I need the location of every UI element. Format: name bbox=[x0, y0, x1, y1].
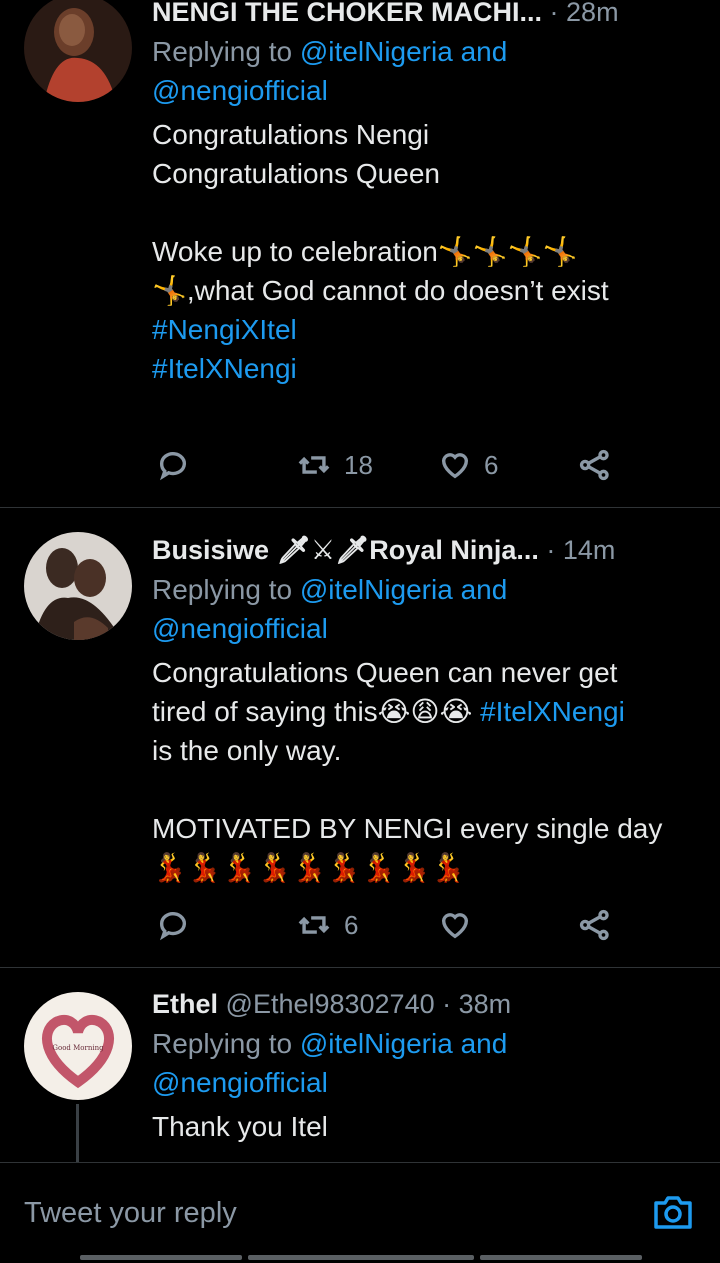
share-button[interactable] bbox=[578, 908, 612, 942]
display-name[interactable]: Ethel bbox=[152, 989, 218, 1019]
retweet-count: 18 bbox=[344, 449, 373, 480]
thread-line bbox=[76, 1104, 79, 1162]
mention-link[interactable]: @nengiofficial bbox=[152, 1067, 328, 1098]
avatar[interactable] bbox=[24, 532, 132, 640]
replying-to: Replying to @itelNigeria and @nengioffic… bbox=[152, 1028, 508, 1098]
like-button[interactable]: 6 bbox=[438, 448, 498, 482]
reply-composer bbox=[0, 1162, 720, 1263]
tweet-actions: 18 6 bbox=[152, 448, 680, 488]
tweet-text: Congratulations Queen can never get tire… bbox=[152, 657, 663, 883]
like-icon bbox=[441, 913, 469, 939]
tweet-text: Congratulations Nengi Congratulations Qu… bbox=[152, 119, 609, 306]
replying-to: Replying to @itelNigeria and @nengioffic… bbox=[152, 574, 508, 644]
hashtag-link[interactable]: #NengiXItel bbox=[152, 310, 680, 349]
share-icon bbox=[579, 909, 609, 941]
tweet-header: Busisiwe 🗡⚔🗡Royal Ninja... · 14m bbox=[152, 532, 680, 568]
display-name[interactable]: NENGI THE CHOKER MACHI... bbox=[152, 0, 542, 27]
camera-icon[interactable] bbox=[652, 1191, 694, 1231]
retweet-button[interactable]: 6 bbox=[296, 908, 358, 942]
tweet-1[interactable]: NENGI THE CHOKER MACHI... · 28m Replying… bbox=[0, 0, 720, 508]
reply-button[interactable] bbox=[156, 448, 190, 482]
share-icon bbox=[579, 449, 609, 481]
timestamp: 14m bbox=[562, 535, 616, 565]
mention-link[interactable]: @itelNigeria and bbox=[300, 574, 507, 605]
tweet-text: Thank you Itel bbox=[152, 1111, 328, 1142]
mention-link[interactable]: @itelNigeria and bbox=[300, 1028, 507, 1059]
user-handle[interactable]: @Ethel98302740 bbox=[226, 989, 435, 1019]
timestamp: 28m bbox=[566, 0, 619, 27]
tweet-header: Ethel @Ethel98302740 · 38m bbox=[152, 986, 680, 1022]
share-button[interactable] bbox=[578, 448, 612, 482]
like-count: 6 bbox=[484, 449, 499, 480]
hashtag-link[interactable]: #ItelXNengi bbox=[152, 349, 680, 388]
reply-icon bbox=[159, 912, 187, 941]
retweet-icon bbox=[298, 456, 330, 474]
retweet-icon bbox=[298, 916, 330, 934]
reply-icon bbox=[159, 452, 187, 481]
mention-link[interactable]: @itelNigeria and bbox=[300, 36, 507, 67]
tweet-actions: 6 bbox=[152, 908, 680, 948]
mention-link[interactable]: @nengiofficial bbox=[152, 75, 328, 106]
bottom-indicator bbox=[80, 1255, 642, 1260]
retweet-button[interactable]: 18 bbox=[296, 448, 373, 482]
replying-to: Replying to @itelNigeria and @nengioffic… bbox=[152, 36, 508, 106]
tweet-2[interactable]: Busisiwe 🗡⚔🗡Royal Ninja... · 14m Replyin… bbox=[0, 508, 720, 968]
like-button[interactable] bbox=[438, 908, 484, 942]
tweet-header: NENGI THE CHOKER MACHI... · 28m bbox=[152, 0, 680, 30]
hashtag-link[interactable]: #ItelXNengi bbox=[480, 696, 625, 727]
reply-button[interactable] bbox=[156, 908, 190, 942]
avatar[interactable] bbox=[24, 0, 132, 102]
avatar-text: Good Morning bbox=[52, 1044, 104, 1052]
timestamp: 38m bbox=[458, 989, 512, 1019]
mention-link[interactable]: @nengiofficial bbox=[152, 613, 328, 644]
like-icon bbox=[441, 453, 469, 479]
display-name[interactable]: Busisiwe 🗡⚔🗡Royal Ninja... bbox=[152, 535, 539, 565]
reply-input[interactable] bbox=[24, 1197, 584, 1230]
tweet-3[interactable]: Good Morning Ethel @Ethel98302740 · 38m … bbox=[0, 968, 720, 1162]
retweet-count: 6 bbox=[344, 909, 359, 940]
avatar[interactable]: Good Morning bbox=[24, 992, 132, 1100]
